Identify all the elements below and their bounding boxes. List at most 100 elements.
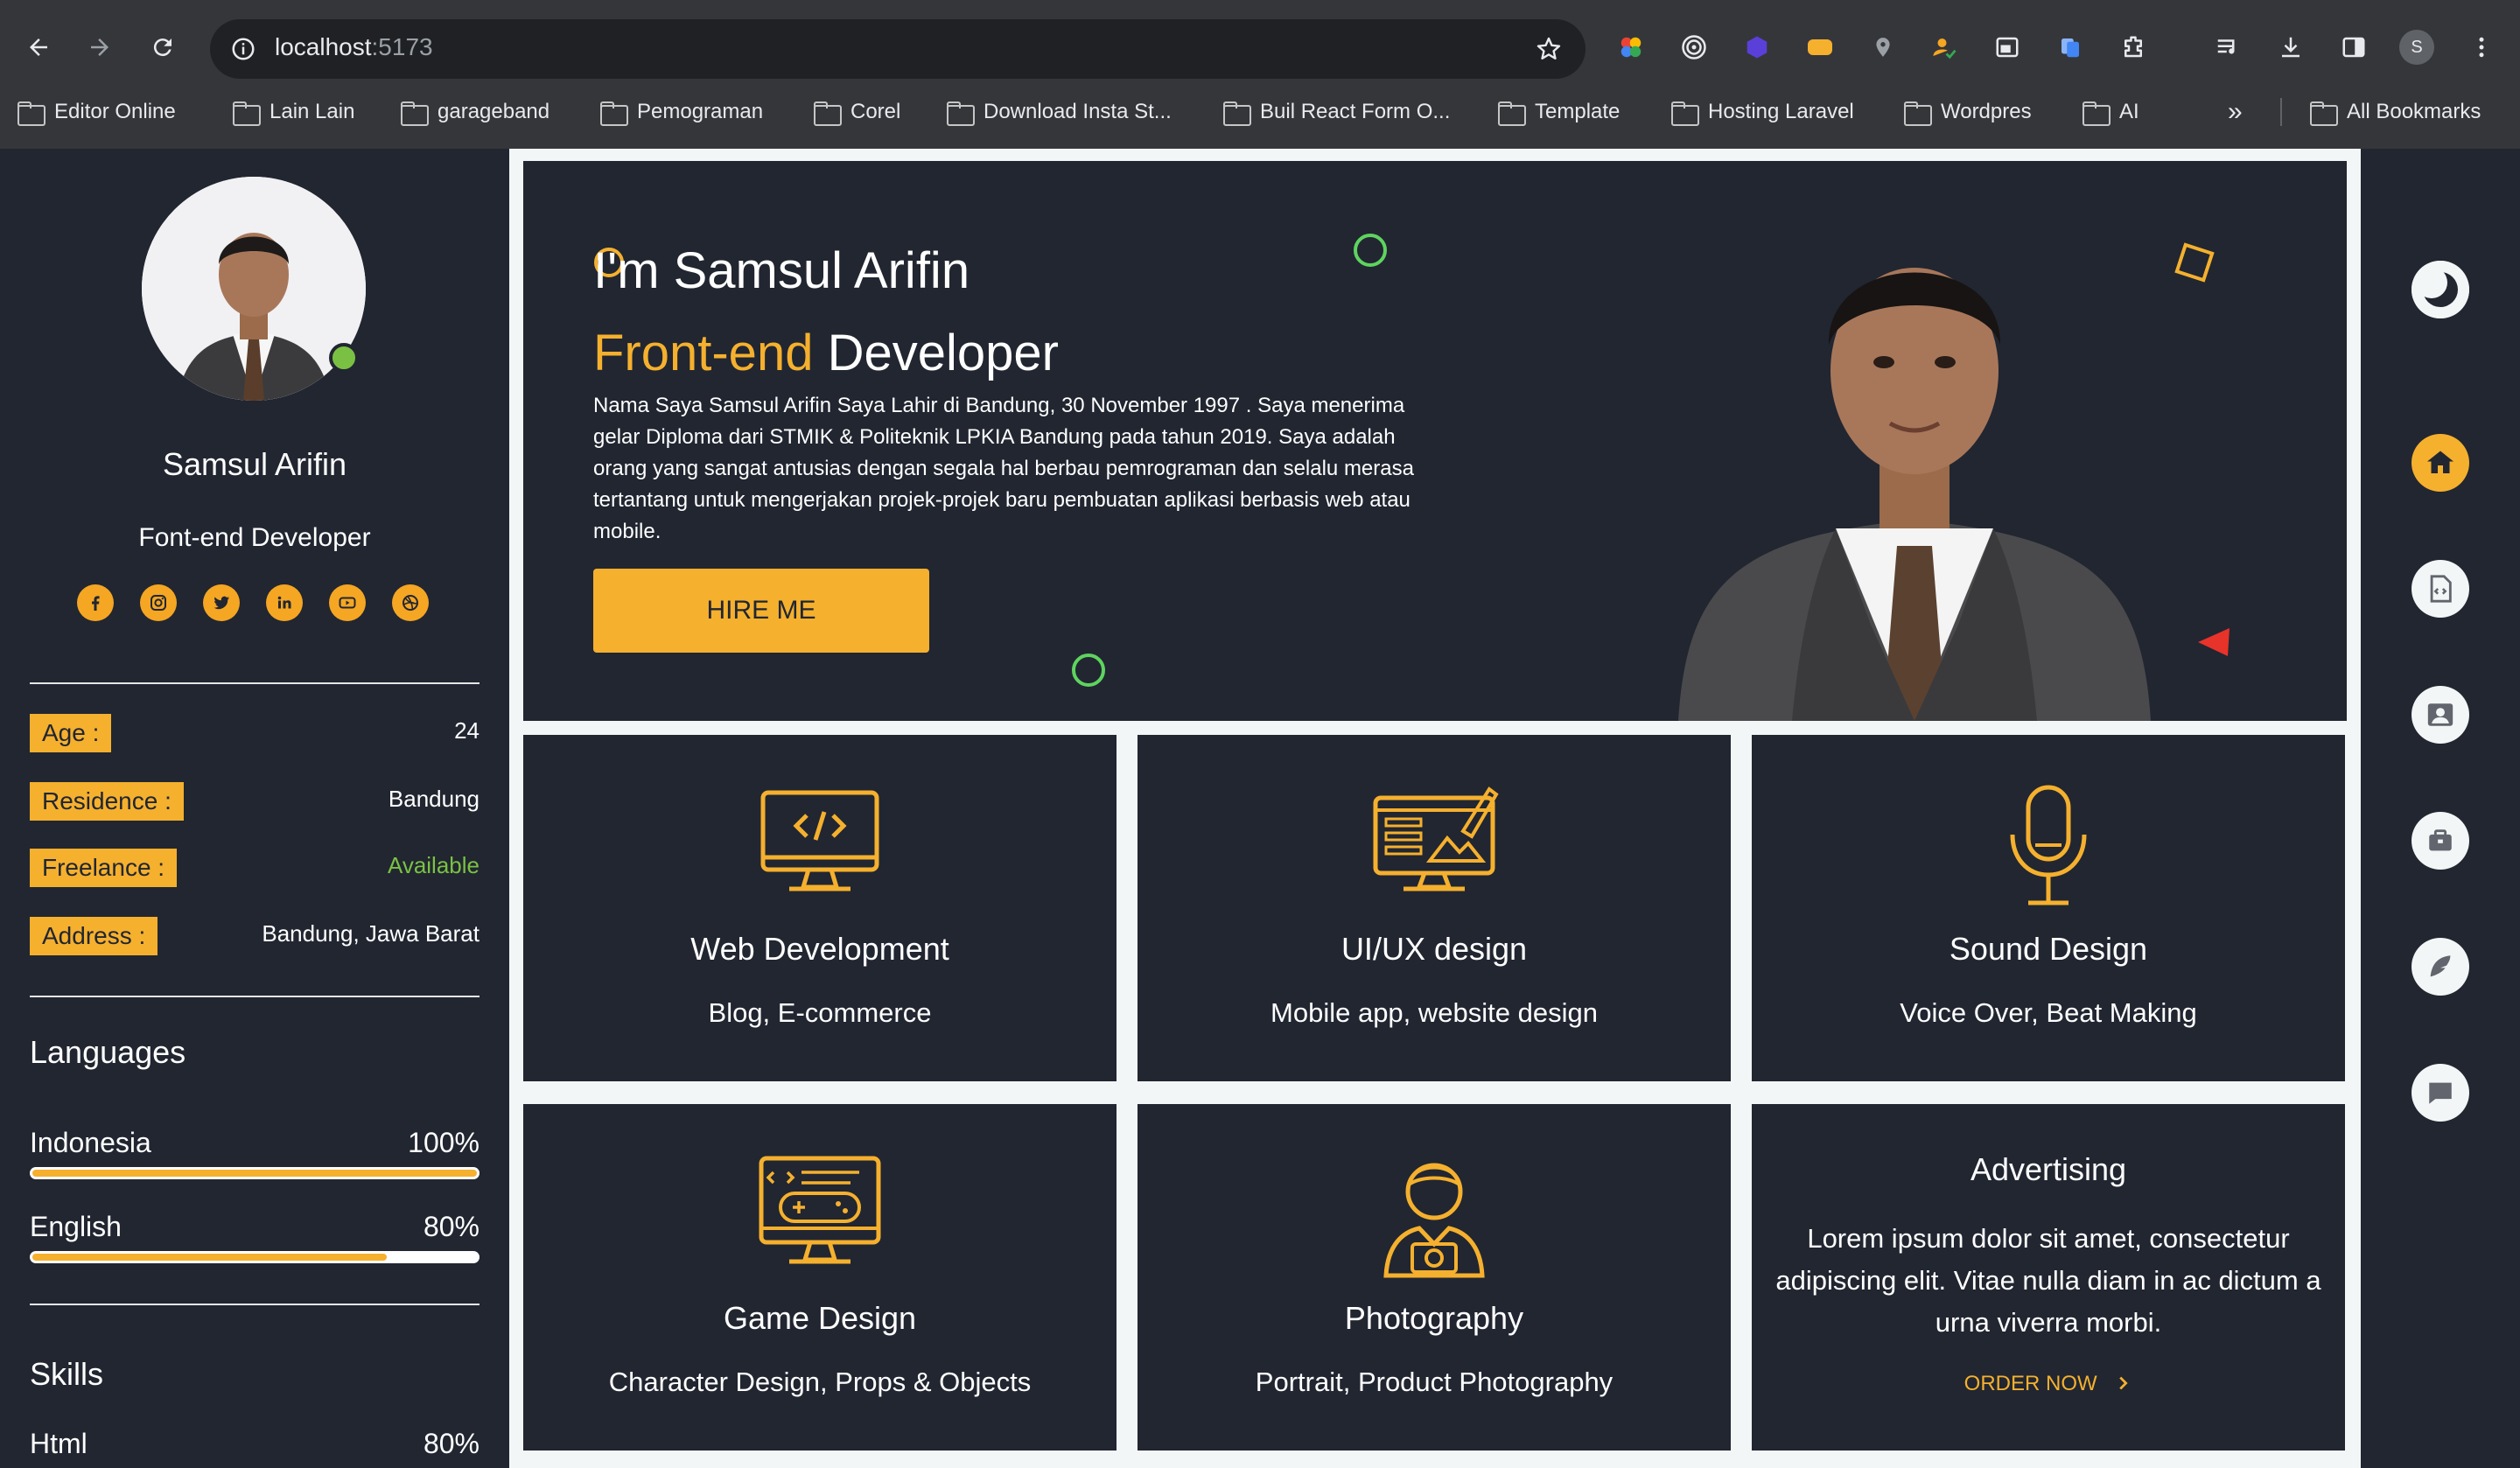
right-nav-rail <box>2361 149 2520 1468</box>
hero-portrait <box>1678 268 2151 721</box>
profile-role: Font-end Developer <box>138 523 371 552</box>
menu-kebab-icon[interactable] <box>2462 28 2501 66</box>
instagram-icon[interactable] <box>140 584 177 621</box>
bookmark-item[interactable]: Corel <box>814 91 900 133</box>
bookmark-item[interactable]: Buil React Form O... <box>1223 91 1450 133</box>
color-picker-extension-icon[interactable] <box>1612 28 1650 66</box>
reload-button[interactable] <box>140 24 186 70</box>
folder-icon <box>947 101 975 126</box>
person-check-extension-icon[interactable] <box>1925 28 1964 66</box>
bookmarks-bar: Editor Online Lain Lain garageband Pemog… <box>0 91 2520 133</box>
skill-bar-html: Html 80% <box>30 1428 480 1468</box>
bookmark-item[interactable]: Wordpres <box>1904 91 2032 133</box>
info-label: Address : <box>30 917 158 955</box>
extensions-puzzle-icon[interactable] <box>2114 28 2152 66</box>
reload-icon <box>153 38 172 57</box>
bookmark-item[interactable]: Lain Lain <box>233 91 354 133</box>
bookmark-item[interactable]: Download Insta St... <box>947 91 1172 133</box>
bookmark-item[interactable]: Template <box>1498 91 1620 133</box>
copy-extension-icon[interactable] <box>2051 28 2090 66</box>
microphone-icon <box>1752 784 2345 915</box>
window-extension-icon[interactable] <box>1988 28 2026 66</box>
bookmark-item[interactable]: garageband <box>401 91 550 133</box>
service-title: Web Development <box>690 931 949 967</box>
bookmark-label: Wordpres <box>1941 100 2032 123</box>
nav-blog-button[interactable] <box>2412 938 2469 996</box>
advertising-title: Advertising <box>1970 1151 2127 1187</box>
theme-toggle-button[interactable] <box>2412 261 2469 318</box>
language-bar-english: English 80% <box>30 1211 480 1272</box>
address-bar[interactable]: localhost:5173 <box>210 19 1586 79</box>
advertising-body: Lorem ipsum dolor sit amet, consectetur … <box>1775 1223 2321 1338</box>
arrow-right-icon <box>91 38 108 56</box>
info-row-age: Age : 24 <box>30 714 480 754</box>
media-queue-icon[interactable] <box>2208 28 2247 66</box>
twitter-icon[interactable] <box>203 584 240 621</box>
facebook-icon[interactable] <box>77 584 114 621</box>
language-name: Indonesia <box>30 1127 151 1158</box>
bookmarks-overflow-button[interactable]: » <box>2228 91 2243 133</box>
forward-button[interactable] <box>77 24 122 70</box>
bookmark-star-icon[interactable] <box>1528 28 1570 70</box>
language-name: English <box>30 1211 122 1242</box>
service-title: UI/UX design <box>1340 931 1528 967</box>
nav-home-button[interactable] <box>2412 434 2469 492</box>
arrow-left-icon <box>30 38 47 56</box>
profile-button[interactable]: S <box>2398 28 2436 66</box>
download-icon[interactable] <box>2272 28 2310 66</box>
bookmark-label: AI <box>2119 100 2139 123</box>
progress-fill <box>32 1254 388 1261</box>
order-now-link[interactable]: ORDER NOW <box>1752 1372 2345 1396</box>
online-status-dot <box>329 343 359 373</box>
youtube-icon[interactable] <box>329 584 366 621</box>
overflow-label: » <box>2228 97 2243 126</box>
gamepad-monitor-icon <box>523 1153 1116 1284</box>
bookmark-item[interactable]: Pemograman <box>600 91 763 133</box>
profile-name: Samsul Arifin <box>162 446 347 482</box>
folder-icon <box>2310 101 2338 126</box>
browser-chrome: localhost:5173 S Editor Online Lain Lain… <box>0 0 2520 149</box>
hire-me-button[interactable]: HIRE ME <box>593 569 929 653</box>
info-value: 24 <box>454 717 480 744</box>
nav-about-button[interactable] <box>2412 686 2469 744</box>
site-info-icon[interactable] <box>222 28 264 70</box>
bookmark-item[interactable]: Hosting Laravel <box>1671 91 1854 133</box>
language-percent: 100% <box>408 1127 480 1158</box>
nav-contact-button[interactable] <box>2412 1064 2469 1122</box>
decor-circle-green <box>1072 654 1105 687</box>
languages-title: Languages <box>30 1034 186 1070</box>
skill-name: Html <box>30 1428 88 1459</box>
service-card-web-development: Web Development Blog, E-commerce <box>523 735 1116 1081</box>
hero-role-rest: Developer <box>813 325 1059 381</box>
nav-portfolio-button[interactable] <box>2412 812 2469 870</box>
profile-sidebar: Samsul Arifin Font-end Developer Age : 2… <box>0 149 509 1468</box>
service-card-game-design: Game Design Character Design, Props & Ob… <box>523 1104 1116 1451</box>
social-links <box>77 584 436 623</box>
bookmark-item[interactable]: Editor Online <box>18 91 176 133</box>
location-extension-icon[interactable] <box>1864 28 1902 66</box>
back-button[interactable] <box>16 24 61 70</box>
folder-icon <box>600 101 628 126</box>
hero-bio: Nama Saya Samsul Arifin Saya Lahir di Ba… <box>593 394 1414 543</box>
info-row-freelance: Freelance : Available <box>30 849 480 889</box>
fonts-extension-icon[interactable] <box>1801 28 1839 66</box>
all-bookmarks-button[interactable]: All Bookmarks <box>2310 91 2481 133</box>
folder-icon <box>2082 101 2110 126</box>
target-extension-icon[interactable] <box>1675 28 1713 66</box>
cube-extension-icon[interactable] <box>1738 28 1776 66</box>
hero-role: Front-end Developer <box>593 324 1059 382</box>
bookmark-label: Lain Lain <box>270 100 355 123</box>
language-bar-indonesia: Indonesia 100% <box>30 1127 480 1188</box>
about-icon <box>2427 703 2454 726</box>
nav-resume-button[interactable] <box>2412 560 2469 618</box>
service-subtitle: Portrait, Product Photography <box>1255 1367 1614 1397</box>
bookmark-item[interactable]: AI <box>2082 91 2139 133</box>
folder-icon <box>18 101 46 126</box>
service-subtitle: Voice Over, Beat Making <box>1900 997 2197 1028</box>
info-label: Freelance : <box>30 849 178 887</box>
side-panel-icon[interactable] <box>2334 28 2373 66</box>
linkedin-icon[interactable] <box>266 584 303 621</box>
dribbble-icon[interactable] <box>392 584 429 621</box>
resume-icon <box>2430 575 2452 603</box>
order-now-label: ORDER NOW <box>1964 1372 2097 1395</box>
